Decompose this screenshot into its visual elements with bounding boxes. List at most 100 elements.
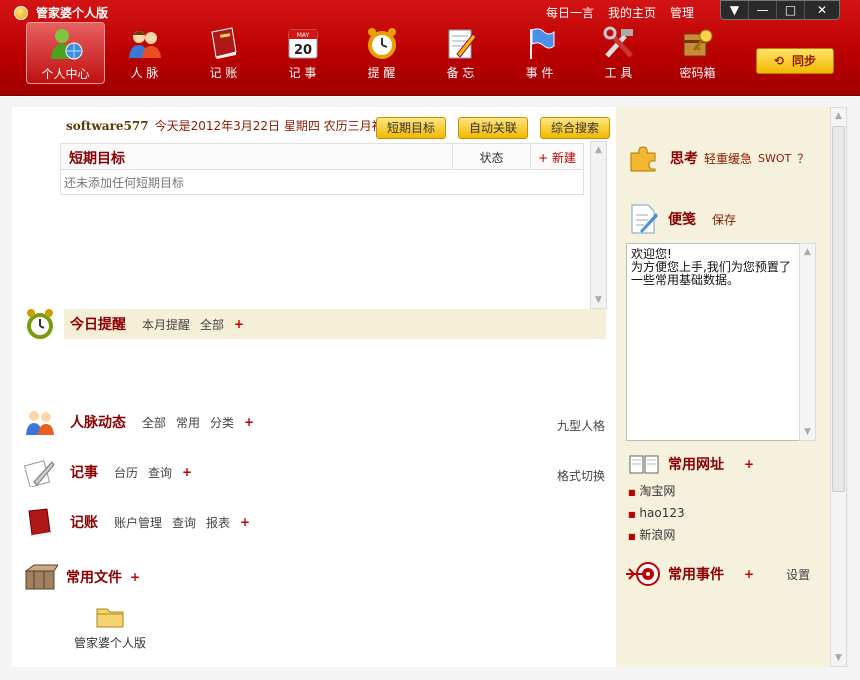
welcome-line: software577 今天是2012年3月22日 星期四 农历三月初一 [66, 117, 396, 134]
enneagram-link[interactable]: 九型人格 [557, 417, 605, 434]
memo-pencil-icon [631, 204, 658, 234]
events-settings-link[interactable]: 设置 [786, 566, 810, 583]
add-event-button[interactable]: + [744, 567, 754, 581]
window-controls: ▼ — □ ✕ [720, 0, 840, 20]
auto-link-button[interactable]: 自动关联 [458, 117, 529, 139]
nav-label: 人 脉 [130, 66, 159, 80]
app-title: 管家婆个人版 [36, 6, 109, 20]
scroll-up-icon[interactable]: ▲ [800, 244, 815, 260]
add-account-button[interactable]: + [240, 515, 250, 529]
memo-row: 便笺 保存 [628, 203, 736, 235]
events-title: 常用事件 [668, 567, 724, 583]
nav-accounting[interactable]: 记 账 [184, 22, 263, 84]
username: software577 [66, 118, 149, 133]
scroll-up-icon[interactable]: ▲ [831, 108, 846, 124]
user-globe-icon [48, 27, 84, 61]
new-goal-button[interactable]: + 新建 [531, 144, 583, 169]
nav-password-box[interactable]: 密码箱 [658, 22, 737, 84]
close-icon[interactable]: ✕ [805, 1, 839, 19]
manage-link[interactable]: 管理 [670, 4, 694, 21]
header-buttons: 短期目标 自动关联 综合搜索 [376, 117, 611, 139]
page-scrollbar-track: ▲ ▼ [828, 107, 848, 667]
site-label: hao123 [639, 506, 685, 520]
format-switch-link[interactable]: 格式切换 [557, 467, 605, 484]
goals-empty-text: 还未添加任何短期目标 [64, 176, 185, 190]
think-row: 思考 轻重缓急 SWOT ？ [628, 143, 809, 173]
maximize-icon[interactable]: □ [777, 1, 805, 19]
nav-reminder[interactable]: 提 醒 [342, 22, 421, 84]
desk-calendar-link[interactable]: 台历 [114, 464, 138, 481]
open-book-icon [629, 455, 659, 474]
nav-label: 提 醒 [367, 66, 396, 80]
main-nav: 个人中心 人 脉 记 账 MAY 20 记 事 提 醒 备 忘 事 件 工 具 … [26, 22, 737, 84]
add-site-button[interactable]: + [744, 457, 754, 471]
nav-personal-center[interactable]: 个人中心 [26, 22, 105, 84]
sites-title: 常用网址 [668, 457, 724, 473]
add-note-button[interactable]: + [182, 465, 192, 479]
swot-link[interactable]: SWOT [758, 152, 791, 165]
nav-label: 密码箱 [679, 66, 716, 80]
main-panel: software577 今天是2012年3月22日 星期四 农历三月初一 短期目… [12, 107, 616, 667]
dropdown-icon[interactable]: ▼ [721, 1, 749, 19]
nav-events[interactable]: 事 件 [500, 22, 579, 84]
nav-label: 备 忘 [446, 66, 475, 80]
nav-memo[interactable]: 备 忘 [421, 22, 500, 84]
all-reminder-link[interactable]: 全部 [200, 316, 224, 333]
key-box-icon [680, 26, 716, 60]
scroll-down-icon[interactable]: ▼ [591, 292, 606, 308]
site-item[interactable]: ■ hao123 [628, 503, 685, 525]
today-reminder-row: 今日提醒 本月提醒 全部 + [24, 307, 244, 341]
short-goal-button[interactable]: 短期目标 [376, 117, 447, 139]
site-item[interactable]: ■ 新浪网 [628, 525, 685, 547]
goals-scrollbar[interactable]: ▲ ▼ [590, 141, 607, 309]
page-scrollbar[interactable]: ▲ ▼ [830, 107, 847, 667]
flag-icon [522, 26, 558, 60]
memo-scrollbar[interactable]: ▲ ▼ [799, 243, 816, 441]
add-contact-button[interactable]: + [244, 415, 254, 429]
add-file-button[interactable]: + [130, 570, 140, 584]
help-link[interactable]: ？ [797, 150, 809, 167]
memo-textarea[interactable]: 欢迎您! 为方便您上手,我们为您预置了一些常用基础数据。 ▲ ▼ [626, 243, 816, 441]
nav-contacts[interactable]: 人 脉 [105, 22, 184, 84]
memo-save-button[interactable]: 保存 [712, 211, 736, 228]
sites-list: ■ 淘宝网 ■ hao123 ■ 新浪网 [628, 481, 685, 547]
goals-title: 短期目标 [61, 144, 453, 169]
think-title: 思考 [670, 151, 698, 167]
contacts-common-link[interactable]: 常用 [176, 414, 200, 431]
memo-text: 欢迎您! 为方便您上手,我们为您预置了一些常用基础数据。 [631, 247, 791, 287]
people-icon [26, 411, 54, 435]
month-reminder-link[interactable]: 本月提醒 [142, 316, 190, 333]
nav-notes[interactable]: MAY 20 记 事 [263, 22, 342, 84]
content-area: software577 今天是2012年3月22日 星期四 农历三月初一 短期目… [0, 97, 860, 680]
notes-title: 记事 [70, 465, 98, 481]
file-item[interactable]: 管家婆个人版 [70, 603, 150, 651]
folder-icon [96, 608, 124, 628]
scroll-down-icon[interactable]: ▼ [831, 650, 846, 666]
site-item[interactable]: ■ 淘宝网 [628, 481, 685, 503]
search-all-button[interactable]: 综合搜索 [540, 117, 611, 139]
files-row: 常用文件 + [24, 563, 140, 591]
title-bar: 管家婆个人版 每日一言 我的主页 管理 ▼ — □ ✕ 个人中心 人 脉 记 账 [0, 0, 860, 96]
daily-quote-link[interactable]: 每日一言 [546, 4, 594, 21]
scroll-up-icon[interactable]: ▲ [591, 142, 606, 158]
notes-query-link[interactable]: 查询 [148, 464, 172, 481]
priority-link[interactable]: 轻重缓急 [704, 150, 752, 167]
events-row: 常用事件 + 设置 [626, 561, 810, 587]
contacts-category-link[interactable]: 分类 [210, 414, 234, 431]
ledger-book-icon [206, 26, 242, 60]
file-label: 管家婆个人版 [73, 636, 146, 650]
sync-button[interactable]: ⟲ 同步 [756, 48, 834, 74]
contacts-all-link[interactable]: 全部 [142, 414, 166, 431]
contacts-row: 人脉动态 全部 常用 分类 + [24, 407, 254, 437]
reports-link[interactable]: 报表 [206, 514, 230, 531]
my-homepage-link[interactable]: 我的主页 [608, 4, 656, 21]
alarm-clock-icon [27, 309, 53, 339]
add-reminder-button[interactable]: + [234, 317, 244, 331]
site-label: 淘宝网 [639, 484, 676, 498]
account-manage-link[interactable]: 账户管理 [114, 514, 162, 531]
scroll-thumb[interactable] [832, 126, 845, 492]
minimize-icon[interactable]: — [749, 1, 777, 19]
scroll-down-icon[interactable]: ▼ [800, 424, 815, 440]
nav-tools[interactable]: 工 具 [579, 22, 658, 84]
accounts-query-link[interactable]: 查询 [172, 514, 196, 531]
